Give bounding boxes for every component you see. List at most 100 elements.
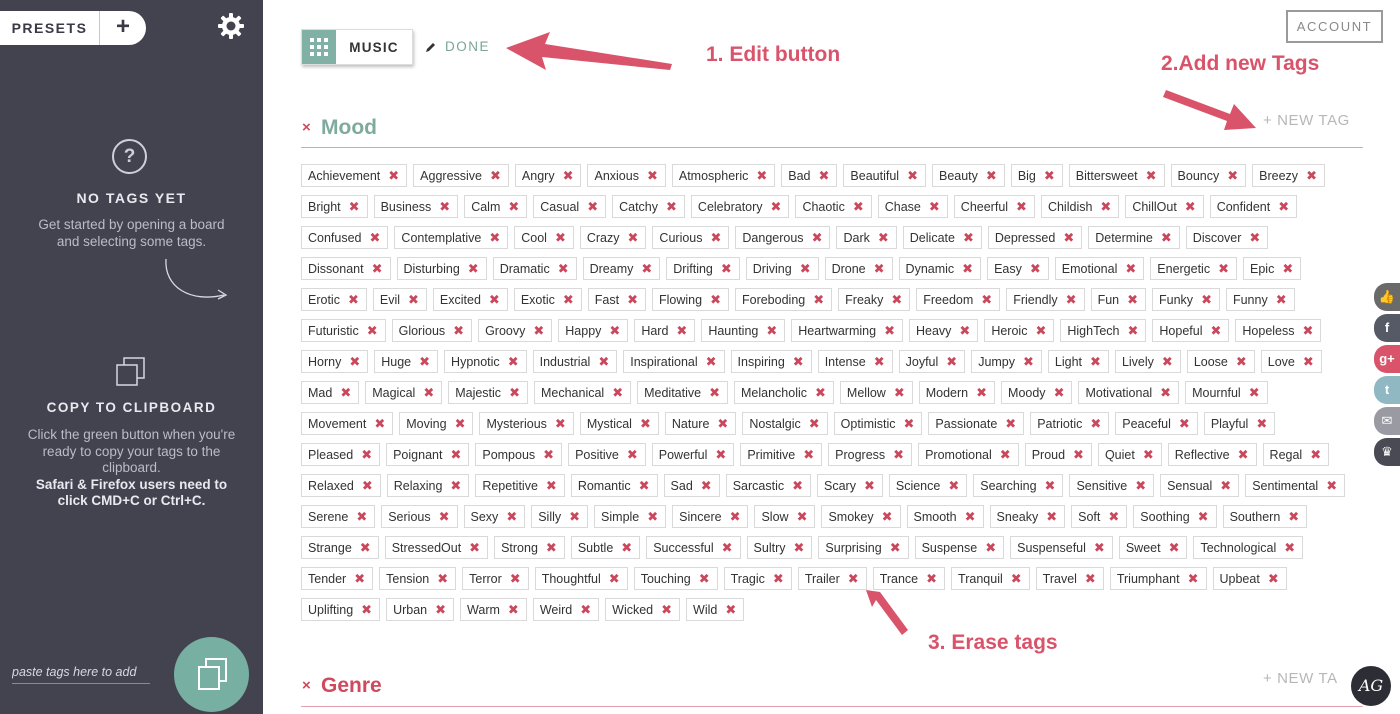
tag-chip[interactable]: Nature ✖ [664, 412, 737, 435]
remove-tag-icon[interactable]: ✖ [946, 354, 957, 370]
remove-tag-icon[interactable]: ✖ [437, 571, 448, 587]
remove-tag-icon[interactable]: ✖ [986, 168, 997, 184]
tag-chip[interactable]: Catchy ✖ [612, 195, 685, 218]
tag-chip[interactable]: Soothing ✖ [1133, 505, 1217, 528]
tag-chip[interactable]: Loose ✖ [1186, 350, 1255, 373]
remove-tag-icon[interactable]: ✖ [1326, 478, 1337, 494]
remove-tag-icon[interactable]: ✖ [756, 168, 767, 184]
remove-tag-icon[interactable]: ✖ [1108, 509, 1119, 525]
remove-tag-icon[interactable]: ✖ [340, 385, 351, 401]
remove-tag-icon[interactable]: ✖ [450, 478, 461, 494]
remove-tag-icon[interactable]: ✖ [1220, 478, 1231, 494]
remove-tag-icon[interactable]: ✖ [455, 416, 466, 432]
remove-tag-icon[interactable]: ✖ [1179, 416, 1190, 432]
remove-tag-icon[interactable]: ✖ [469, 540, 480, 556]
remove-tag-icon[interactable]: ✖ [1046, 509, 1057, 525]
remove-tag-icon[interactable]: ✖ [558, 261, 569, 277]
tag-chip[interactable]: Poignant ✖ [386, 443, 470, 466]
remove-tag-icon[interactable]: ✖ [546, 540, 557, 556]
tag-chip[interactable]: Bittersweet ✖ [1068, 164, 1165, 187]
tag-chip[interactable]: Movement ✖ [301, 412, 394, 435]
tag-chip[interactable]: StressedOut ✖ [384, 536, 489, 559]
remove-tag-icon[interactable]: ✖ [1054, 385, 1065, 401]
tag-chip[interactable]: Relaxed ✖ [301, 474, 381, 497]
tag-chip[interactable]: Hopeless ✖ [1235, 319, 1322, 342]
remove-tag-icon[interactable]: ✖ [893, 447, 904, 463]
remove-tag-icon[interactable]: ✖ [1306, 168, 1317, 184]
tag-chip[interactable]: Angry ✖ [514, 164, 582, 187]
tag-chip[interactable]: Cheerful ✖ [953, 195, 1035, 218]
tag-chip[interactable]: Joyful ✖ [898, 350, 966, 373]
tag-chip[interactable]: Promotional ✖ [918, 443, 1019, 466]
remove-tag-icon[interactable]: ✖ [361, 602, 372, 618]
remove-tag-icon[interactable]: ✖ [1023, 354, 1034, 370]
remove-tag-icon[interactable]: ✖ [627, 292, 638, 308]
remove-tag-icon[interactable]: ✖ [962, 261, 973, 277]
tag-chip[interactable]: Pleased ✖ [301, 443, 381, 466]
tag-chip[interactable]: Achievement ✖ [301, 164, 408, 187]
remove-tag-icon[interactable]: ✖ [1284, 540, 1295, 556]
tag-chip[interactable]: Curious ✖ [652, 226, 730, 249]
new-tag-button[interactable]: + NEW TAG [1263, 112, 1350, 129]
tag-chip[interactable]: Hard ✖ [634, 319, 696, 342]
board-button[interactable]: MUSIC [301, 29, 413, 65]
tag-chip[interactable]: Tranquil ✖ [951, 567, 1030, 590]
remove-tag-icon[interactable]: ✖ [1161, 230, 1172, 246]
tag-chip[interactable]: Bright ✖ [301, 195, 368, 218]
tag-chip[interactable]: Peaceful ✖ [1115, 412, 1198, 435]
tag-chip[interactable]: Driving ✖ [745, 257, 819, 280]
remove-tag-icon[interactable]: ✖ [907, 168, 918, 184]
tag-chip[interactable]: Casual ✖ [533, 195, 607, 218]
remove-tag-icon[interactable]: ✖ [628, 230, 639, 246]
remove-tag-icon[interactable]: ✖ [563, 292, 574, 308]
tag-chip[interactable]: Serene ✖ [301, 505, 376, 528]
tag-chip[interactable]: Chase ✖ [877, 195, 948, 218]
tag-chip[interactable]: Magical ✖ [365, 381, 443, 404]
tag-chip[interactable]: Beautiful ✖ [843, 164, 926, 187]
remove-tag-icon[interactable]: ✖ [1127, 323, 1138, 339]
tag-chip[interactable]: Hypnotic ✖ [444, 350, 527, 373]
remove-tag-icon[interactable]: ✖ [1127, 292, 1138, 308]
remove-tag-icon[interactable]: ✖ [639, 478, 650, 494]
tag-chip[interactable]: Strange ✖ [301, 536, 379, 559]
remove-tag-icon[interactable]: ✖ [453, 323, 464, 339]
remove-tag-icon[interactable]: ✖ [797, 509, 808, 525]
remove-tag-icon[interactable]: ✖ [981, 292, 992, 308]
tag-chip[interactable]: Repetitive ✖ [475, 474, 565, 497]
tag-chip[interactable]: Friendly ✖ [1006, 288, 1085, 311]
remove-tag-icon[interactable]: ✖ [563, 168, 574, 184]
remove-tag-icon[interactable]: ✖ [676, 323, 687, 339]
remove-tag-icon[interactable]: ✖ [370, 230, 381, 246]
remove-tag-icon[interactable]: ✖ [948, 478, 959, 494]
tag-chip[interactable]: Mad ✖ [301, 381, 360, 404]
remove-tag-icon[interactable]: ✖ [569, 509, 580, 525]
tag-chip[interactable]: Serious ✖ [381, 505, 458, 528]
facebook-icon[interactable]: f [1374, 314, 1400, 342]
remove-tag-icon[interactable]: ✖ [1256, 416, 1267, 432]
tag-chip[interactable]: Meditative ✖ [637, 381, 728, 404]
remove-tag-icon[interactable]: ✖ [439, 509, 450, 525]
remove-tag-icon[interactable]: ✖ [647, 509, 658, 525]
tag-chip[interactable]: Silly ✖ [531, 505, 589, 528]
tag-chip[interactable]: Beauty ✖ [931, 164, 1005, 187]
tag-chip[interactable]: Depressed ✖ [987, 226, 1083, 249]
tag-chip[interactable]: Relaxing ✖ [386, 474, 470, 497]
tag-chip[interactable]: Wild ✖ [686, 598, 745, 621]
tag-chip[interactable]: Tragic ✖ [723, 567, 792, 590]
remove-tag-icon[interactable]: ✖ [1238, 447, 1249, 463]
tag-chip[interactable]: Reflective ✖ [1167, 443, 1257, 466]
tag-chip[interactable]: Patriotic ✖ [1030, 412, 1110, 435]
remove-tag-icon[interactable]: ✖ [1188, 571, 1199, 587]
tag-chip[interactable]: Discover ✖ [1185, 226, 1269, 249]
remove-tag-icon[interactable]: ✖ [766, 323, 777, 339]
remove-tag-icon[interactable]: ✖ [710, 292, 721, 308]
tag-chip[interactable]: Heartwarming ✖ [791, 319, 903, 342]
tag-chip[interactable]: Powerful ✖ [651, 443, 735, 466]
tag-chip[interactable]: Hopeful ✖ [1152, 319, 1230, 342]
remove-tag-icon[interactable]: ✖ [985, 540, 996, 556]
tag-chip[interactable]: Mournful ✖ [1185, 381, 1268, 404]
remove-tag-icon[interactable]: ✖ [792, 478, 803, 494]
copy-to-clipboard-button[interactable] [174, 637, 249, 712]
tag-chip[interactable]: Lively ✖ [1114, 350, 1181, 373]
google-plus-icon[interactable]: g+ [1374, 345, 1400, 373]
